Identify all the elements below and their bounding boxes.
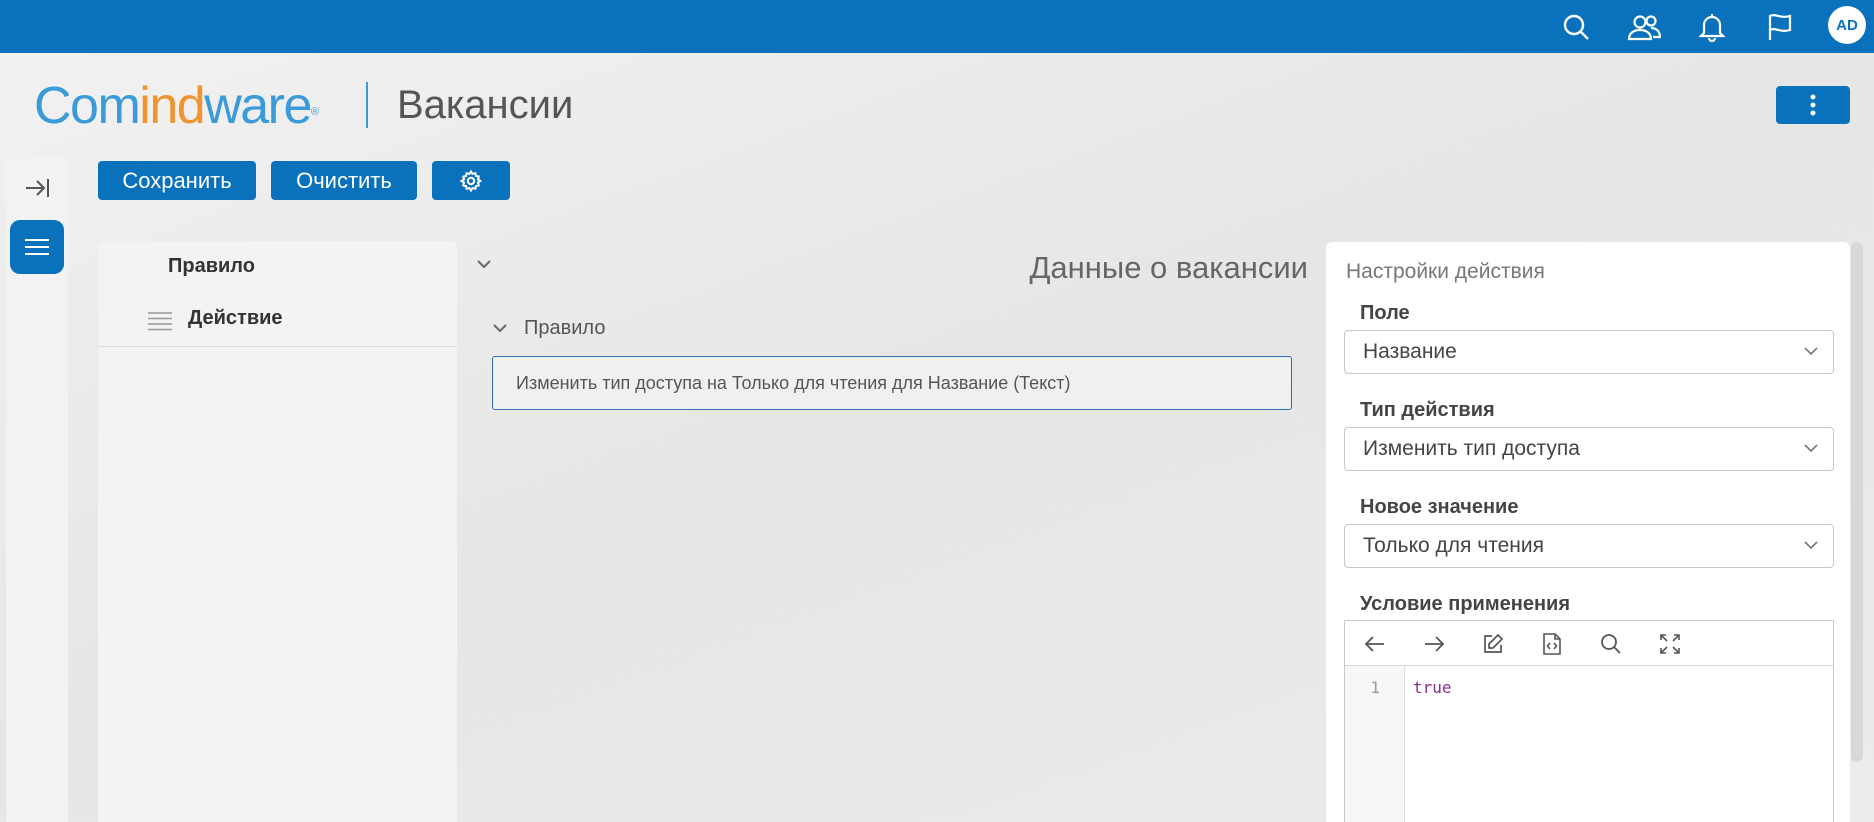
settings-button[interactable] xyxy=(432,161,510,200)
logo-text-part2: ind xyxy=(139,77,205,135)
page-title: Вакансии xyxy=(397,83,574,127)
section-title: Данные о вакансии xyxy=(1029,250,1308,285)
more-vertical-icon xyxy=(1810,94,1816,116)
code-file-icon[interactable] xyxy=(1538,630,1566,658)
action-type-label: Тип действия xyxy=(1360,399,1495,421)
field-select-value: Название xyxy=(1363,340,1457,363)
tree-action-label: Действие xyxy=(188,307,283,329)
hamburger-icon xyxy=(25,239,49,255)
rule-tree-panel: Правило Действие xyxy=(98,241,457,822)
logo-text-part3: ware xyxy=(204,77,312,135)
search-icon[interactable] xyxy=(1558,9,1594,45)
settings-scrollbar[interactable] xyxy=(1851,242,1863,762)
users-icon[interactable] xyxy=(1626,9,1662,45)
more-options-button[interactable] xyxy=(1776,86,1850,124)
new-value-select-value: Только для чтения xyxy=(1363,534,1544,557)
chevron-down-icon xyxy=(1804,347,1818,356)
drag-handle-icon[interactable] xyxy=(148,311,172,331)
redo-arrow-right-icon[interactable] xyxy=(1420,630,1448,658)
editor-toolbar xyxy=(1345,621,1833,666)
top-bar: AD xyxy=(0,0,1874,53)
rule-section-label: Правило xyxy=(524,316,606,339)
chevron-down-icon xyxy=(1804,444,1818,453)
undo-arrow-left-icon[interactable] xyxy=(1361,630,1389,658)
left-rail xyxy=(6,158,68,822)
clear-button[interactable]: Очистить xyxy=(271,161,417,200)
expand-panel-button[interactable] xyxy=(12,166,62,210)
comindware-logo: Comindware® xyxy=(34,77,319,135)
gear-icon xyxy=(459,169,483,192)
action-type-select-value: Изменить тип доступа xyxy=(1363,437,1580,460)
save-button[interactable]: Сохранить xyxy=(98,161,256,200)
bell-icon[interactable] xyxy=(1694,9,1730,45)
fullscreen-icon[interactable] xyxy=(1656,630,1684,658)
field-select[interactable]: Название xyxy=(1344,330,1834,374)
code-line[interactable]: true xyxy=(1413,678,1452,697)
logo-text-part1: Com xyxy=(34,77,141,135)
new-value-label: Новое значение xyxy=(1360,496,1519,518)
chevron-down-icon xyxy=(493,324,507,333)
settings-title: Настройки действия xyxy=(1346,260,1545,283)
action-settings-panel: Настройки действия Поле Название Тип дей… xyxy=(1326,242,1850,822)
line-number: 1 xyxy=(1370,678,1380,697)
logo-registered-mark: ® xyxy=(310,106,319,118)
condition-label: Условие применения xyxy=(1360,593,1570,615)
avatar[interactable]: AD xyxy=(1828,6,1866,44)
menu-button[interactable] xyxy=(10,220,64,274)
rule-item[interactable]: Изменить тип доступа на Только для чтени… xyxy=(492,356,1292,410)
flag-icon[interactable] xyxy=(1762,9,1798,45)
action-type-select[interactable]: Изменить тип доступа xyxy=(1344,427,1834,471)
chevron-down-icon xyxy=(1804,541,1818,550)
new-value-select[interactable]: Только для чтения xyxy=(1344,524,1834,568)
collapse-chevron-icon[interactable] xyxy=(475,257,493,275)
condition-editor[interactable]: 1 true xyxy=(1344,620,1834,822)
expand-arrow-icon xyxy=(26,179,49,197)
field-label: Поле xyxy=(1360,302,1410,324)
tree-action-node[interactable]: Действие xyxy=(98,295,457,347)
tree-rule-node[interactable]: Правило xyxy=(168,255,255,278)
edit-icon[interactable] xyxy=(1479,630,1507,658)
rule-section-header[interactable]: Правило xyxy=(492,315,605,341)
editor-gutter: 1 xyxy=(1345,666,1405,822)
search-icon[interactable] xyxy=(1597,630,1625,658)
logo-divider xyxy=(366,82,368,128)
